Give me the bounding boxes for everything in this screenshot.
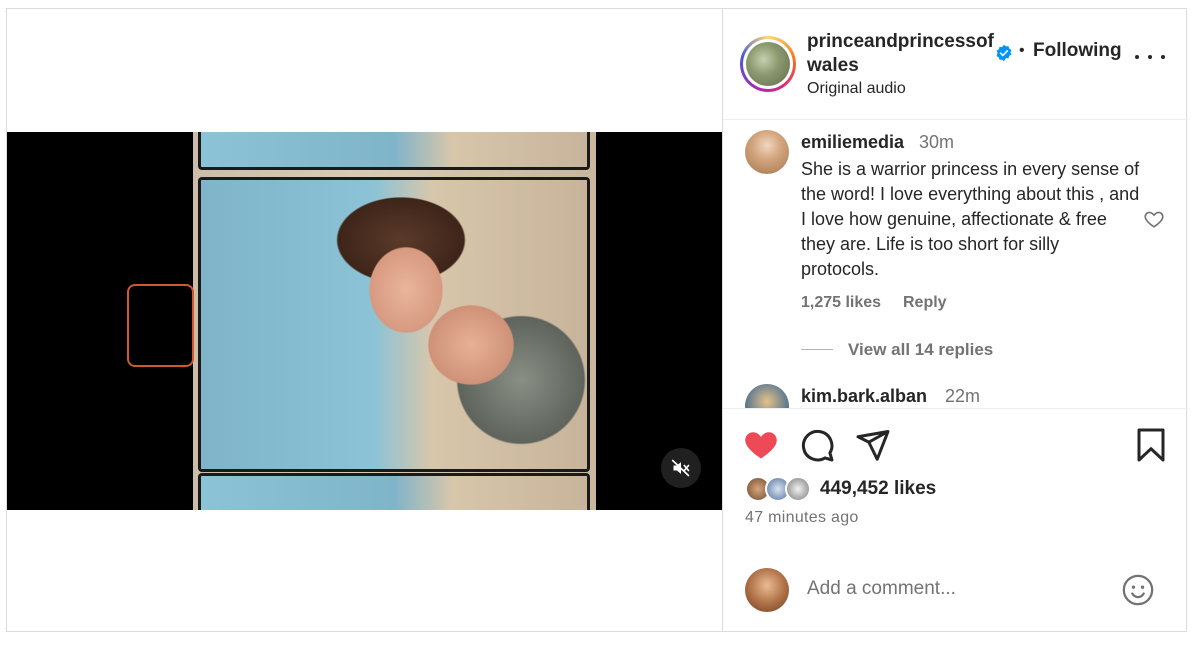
- bookmark-icon[interactable]: [1133, 427, 1169, 463]
- comment-time: 22m: [945, 386, 981, 406]
- likes-summary[interactable]: 449,452 likes: [745, 475, 1185, 505]
- post-card: princeandprincessofwales • Following Ori…: [6, 8, 1188, 632]
- comment-username[interactable]: emiliemedia: [801, 132, 904, 153]
- comment-likes[interactable]: 1,275 likes: [801, 294, 881, 312]
- comment-time: 30m: [919, 132, 955, 152]
- comments-list[interactable]: emiliemedia 30m She is a warrior princes…: [723, 121, 1188, 409]
- more-options-icon[interactable]: [1135, 45, 1165, 69]
- post-header: princeandprincessofwales • Following Ori…: [723, 9, 1188, 120]
- post-timestamp[interactable]: 47 minutes ago: [745, 509, 859, 527]
- post-media: [7, 9, 722, 631]
- comment-like-heart-icon[interactable]: [1143, 208, 1165, 230]
- film-frame-main: [198, 177, 590, 472]
- current-user-avatar: [745, 568, 789, 612]
- film-strip-image: [193, 132, 596, 510]
- comment-avatar[interactable]: [745, 130, 789, 174]
- film-sprocket-hole: [127, 284, 194, 367]
- comment-reply-button[interactable]: Reply: [903, 294, 947, 312]
- comment-username[interactable]: kim.bark.alban: [801, 386, 927, 407]
- comment-bubble-icon[interactable]: [799, 427, 835, 463]
- author-avatar[interactable]: [740, 36, 796, 92]
- post-likes-count[interactable]: 449,452 likes: [820, 478, 936, 500]
- heart-filled-icon[interactable]: [743, 427, 779, 463]
- post-actions-bar: [723, 427, 1188, 467]
- film-frame-top: [198, 132, 590, 170]
- following-button[interactable]: Following: [1033, 40, 1122, 62]
- post-sidebar: princeandprincessofwales • Following Ori…: [722, 9, 1188, 631]
- video-player[interactable]: [7, 132, 722, 510]
- comment-input[interactable]: [807, 578, 1107, 600]
- header-separator: •: [1019, 42, 1025, 59]
- mute-toggle-button[interactable]: [661, 448, 701, 488]
- liker-avatar: [785, 476, 811, 502]
- speaker-muted-icon: [671, 459, 690, 477]
- add-comment-bar: [723, 554, 1188, 624]
- comment-avatar[interactable]: [745, 384, 789, 408]
- author-username[interactable]: princeandprincessofwales: [807, 30, 997, 78]
- original-audio-link[interactable]: Original audio: [807, 80, 906, 98]
- verified-badge-icon: [996, 44, 1012, 62]
- view-replies-button[interactable]: View all 14 replies: [848, 340, 993, 360]
- film-frame-bottom: [198, 473, 590, 510]
- send-paper-plane-icon[interactable]: [855, 427, 891, 463]
- smiley-icon[interactable]: [1121, 573, 1155, 607]
- comment-text: She is a warrior princess in every sense…: [801, 159, 1140, 279]
- replies-divider: [801, 349, 833, 350]
